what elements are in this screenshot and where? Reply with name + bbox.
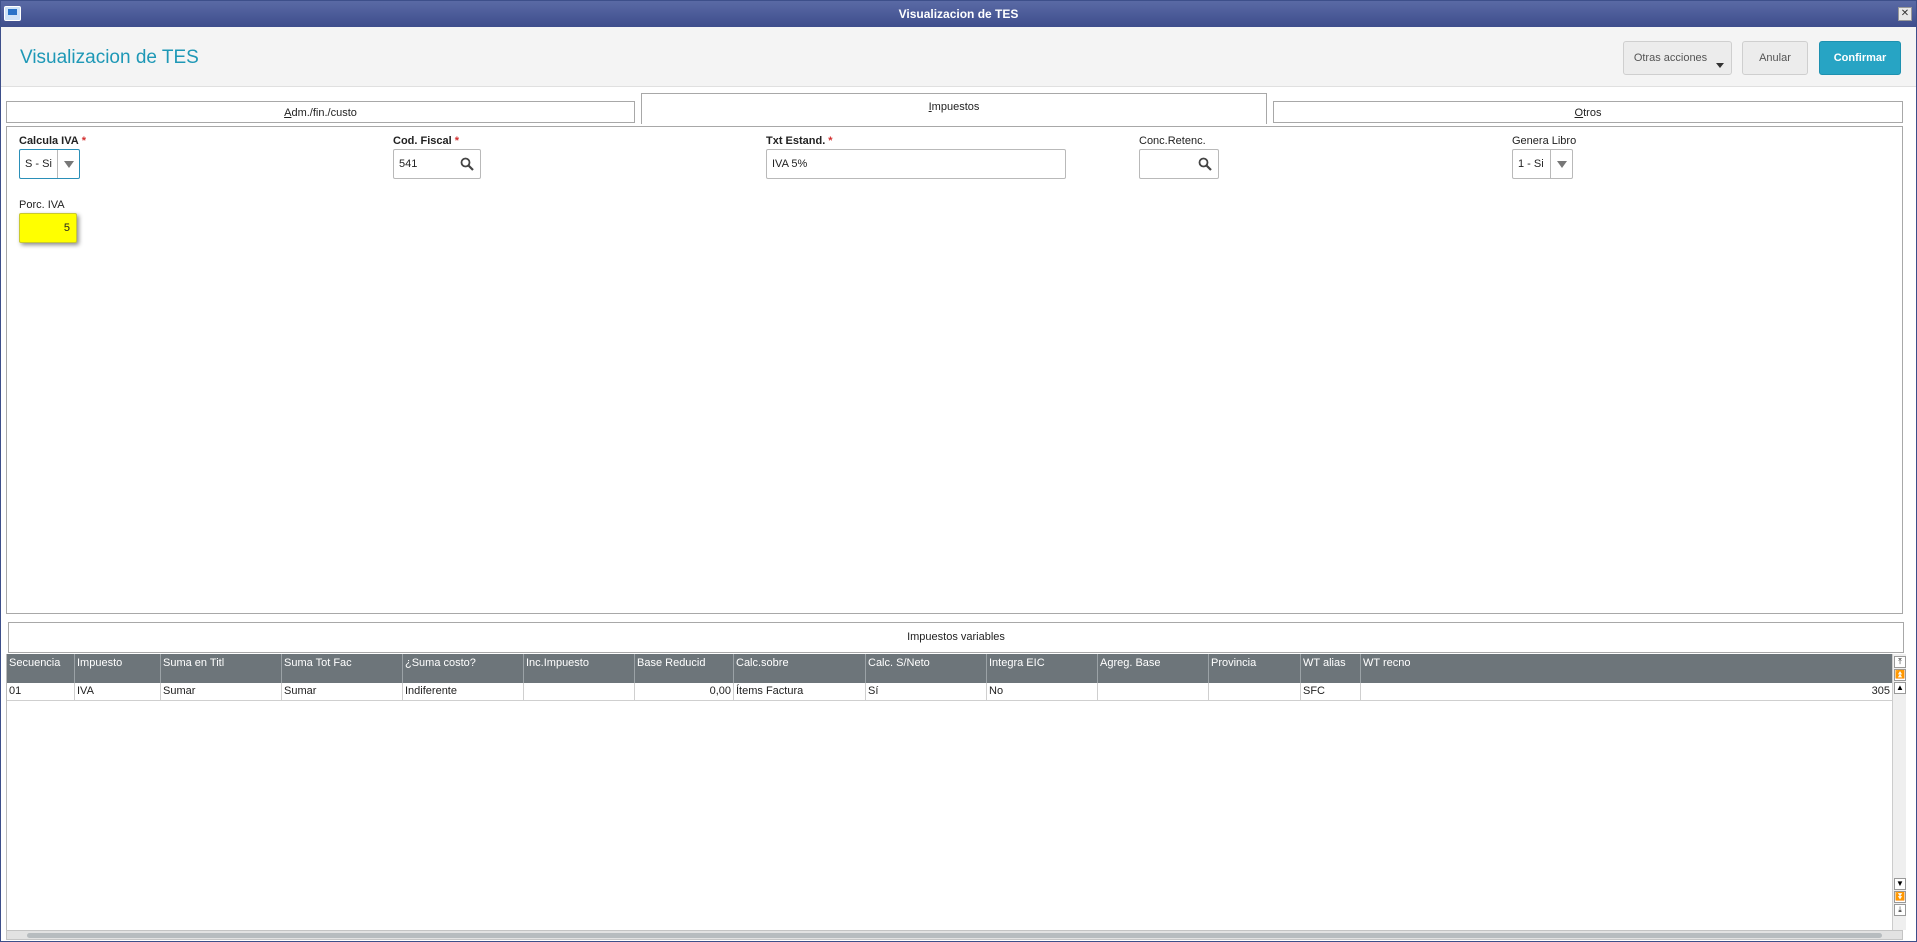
table-cell[interactable]: Sumar [161, 683, 282, 700]
title-bar: Visualizacion de TES ✕ [1, 1, 1916, 27]
horizontal-scrollbar[interactable] [6, 930, 1903, 940]
header-bar: Visualizacion de TES Otras acciones Anul… [1, 27, 1916, 87]
column-header[interactable]: Suma en Titl [161, 654, 282, 683]
window-title: Visualizacion de TES [898, 7, 1019, 21]
column-header[interactable]: WT recno [1361, 654, 1893, 683]
tab-otros-accesskey: O [1574, 107, 1584, 119]
page-up-icon[interactable]: ⏫ [1894, 669, 1906, 681]
table-cell[interactable]: IVA [75, 683, 161, 700]
table-cell[interactable] [1209, 683, 1301, 700]
page-down-icon[interactable]: ⏬ [1894, 891, 1906, 903]
tab-otros[interactable]: Otros [1273, 101, 1903, 123]
cod-fiscal-label: Cod. Fiscal * [393, 135, 459, 147]
column-header[interactable]: Inc.Impuesto [524, 654, 635, 683]
cod-fiscal-input[interactable]: 541 [393, 149, 481, 179]
column-header[interactable]: Base Reducid [635, 654, 734, 683]
close-button[interactable]: ✕ [1898, 7, 1912, 21]
impuestos-panel: Calcula IVA * S - Si Cod. Fiscal * 541 Txt… [6, 126, 1903, 614]
column-header[interactable]: Suma Tot Fac [282, 654, 403, 683]
chevron-down-icon[interactable] [1550, 150, 1572, 178]
genera-libro-value: 1 - Si [1518, 158, 1544, 170]
otras-acciones-button[interactable]: Otras acciones [1623, 41, 1732, 75]
grid-header: Secuencia Impuesto Suma en Titl Suma Tot Fa… [7, 654, 1893, 683]
scroll-up-icon[interactable]: ▲ [1894, 682, 1906, 694]
txt-estand-input[interactable]: IVA 5% [766, 149, 1066, 179]
search-icon[interactable] [1198, 157, 1212, 171]
impuestos-variables-title: Impuestos variables [8, 622, 1904, 653]
required-marker: * [828, 135, 833, 147]
table-cell[interactable]: Indiferente [403, 683, 524, 700]
scroll-bottom-icon[interactable]: ⤓ [1894, 904, 1906, 916]
txt-estand-label: Txt Estand. * [766, 135, 833, 147]
conc-retenc-input[interactable] [1139, 149, 1219, 179]
scroll-thumb[interactable] [27, 933, 1882, 938]
column-header[interactable]: WT alias [1301, 654, 1361, 683]
table-cell[interactable]: SFC [1301, 683, 1361, 700]
calcula-iva-label-text: Calcula IVA [19, 135, 79, 147]
column-header[interactable]: Agreg. Base [1098, 654, 1209, 683]
search-icon[interactable] [460, 157, 474, 171]
calcula-iva-value: S - Si [25, 158, 52, 170]
vertical-scrollbar[interactable]: ⤒ ⏫ ▲ ▼ ⏬ ⤓ [1892, 654, 1906, 930]
table-cell[interactable] [1098, 683, 1209, 700]
txt-estand-label-text: Txt Estand. [766, 135, 826, 147]
cod-fiscal-value: 541 [399, 158, 418, 170]
table-cell[interactable]: No [987, 683, 1098, 700]
anular-button[interactable]: Anular [1742, 41, 1808, 75]
calcula-iva-label: Calcula IVA * [19, 135, 86, 147]
conc-retenc-label: Conc.Retenc. [1139, 135, 1206, 147]
table-cell[interactable]: 305 [1361, 683, 1893, 700]
column-header[interactable]: Impuesto [75, 654, 161, 683]
table-row[interactable]: 01 IVA Sumar Sumar Indiferente 0,00 Ítems Fact… [7, 683, 1893, 701]
scroll-down-icon[interactable]: ▼ [1894, 878, 1906, 890]
porc-iva-label: Porc. IVA [19, 199, 65, 211]
tab-impuestos-label: mpuestos [931, 101, 980, 113]
tab-adm-fin-custo[interactable]: Adm./fin./custo [6, 101, 635, 123]
porc-iva-input[interactable]: 5 [19, 213, 77, 243]
cod-fiscal-label-text: Cod. Fiscal [393, 135, 452, 147]
table-cell[interactable]: Sumar [282, 683, 403, 700]
required-marker: * [454, 135, 459, 147]
table-cell[interactable] [524, 683, 635, 700]
chevron-down-icon[interactable] [57, 150, 79, 178]
column-header[interactable]: Calc. S/Neto [866, 654, 987, 683]
column-header[interactable]: Calc.sobre [734, 654, 866, 683]
impuestos-variables-grid: Secuencia Impuesto Suma en Titl Suma Tot Fa… [6, 654, 1893, 930]
genera-libro-select[interactable]: 1 - Si [1512, 149, 1573, 179]
tab-adm-label: dm./fin./custo [291, 107, 357, 119]
caret-down-icon [1716, 63, 1724, 68]
column-header[interactable]: Integra EIC [987, 654, 1098, 683]
genera-libro-label: Genera Libro [1512, 135, 1577, 147]
column-header[interactable]: Secuencia [7, 654, 75, 683]
tab-impuestos[interactable]: Impuestos [641, 93, 1267, 124]
column-header[interactable]: ¿Suma costo? [403, 654, 524, 683]
confirmar-button[interactable]: Confirmar [1819, 41, 1901, 75]
table-cell[interactable]: Ítems Factura [734, 683, 866, 700]
table-cell[interactable]: 01 [7, 683, 75, 700]
table-cell[interactable]: Sí [866, 683, 987, 700]
app-window: Visualizacion de TES ✕ Visualizacion de … [0, 0, 1917, 942]
tab-otros-label: tros [1583, 107, 1602, 119]
table-cell[interactable]: 0,00 [635, 683, 734, 700]
scroll-top-icon[interactable]: ⤒ [1894, 656, 1906, 668]
otras-acciones-label: Otras acciones [1633, 52, 1708, 64]
calcula-iva-select[interactable]: S - Si [19, 149, 80, 179]
page-title: Visualizacion de TES [20, 47, 199, 68]
column-header[interactable]: Provincia [1209, 654, 1301, 683]
required-marker: * [81, 135, 86, 147]
